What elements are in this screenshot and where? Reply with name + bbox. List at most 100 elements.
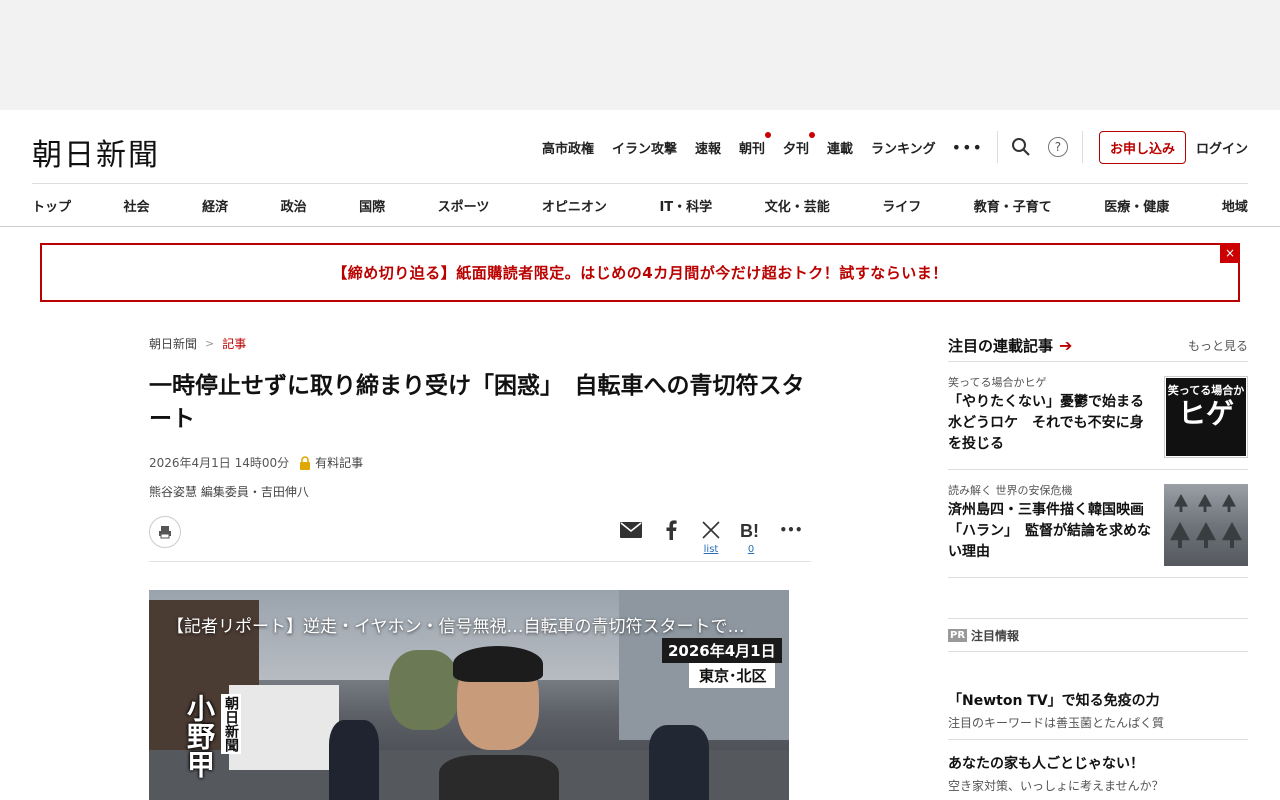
topnav-item-breaking[interactable]: 速報 bbox=[695, 138, 721, 157]
category-life[interactable]: ライフ bbox=[882, 196, 921, 215]
nav-divider bbox=[1081, 131, 1083, 163]
share-facebook[interactable] bbox=[651, 518, 691, 556]
video-frame-truck bbox=[229, 685, 339, 770]
category-it-science[interactable]: IT・科学 bbox=[659, 196, 712, 215]
category-international[interactable]: 国際 bbox=[359, 196, 385, 215]
pr-label: 注目情報 bbox=[971, 628, 1020, 643]
video-player[interactable]: 【記者リポート】逆走・イヤホン・信号無視…自転車の青切符スタートで… 2026年… bbox=[149, 590, 789, 800]
sidebar-headline[interactable]: 「やりたくない」憂鬱で始まる水どうロケ それでも不安に身を投じる bbox=[948, 392, 1156, 455]
share-x[interactable]: list bbox=[691, 518, 731, 556]
help-icon[interactable]: ? bbox=[1047, 137, 1068, 157]
hatena-count[interactable]: 0 bbox=[748, 544, 754, 556]
top-ad-area bbox=[0, 0, 1280, 110]
pr-headline[interactable]: あなたの家も人ごとじゃない！ bbox=[948, 753, 1248, 773]
series-label: 笑ってる場合かヒゲ bbox=[948, 376, 1047, 389]
video-frame-reporter bbox=[439, 646, 559, 800]
lock-icon bbox=[299, 455, 311, 470]
site-logo[interactable]: 朝日新聞 bbox=[32, 130, 160, 174]
pr-header: PR 注目情報 bbox=[948, 618, 1248, 652]
share-buttons: list B! 0 ••• bbox=[611, 518, 811, 556]
category-top[interactable]: トップ bbox=[32, 196, 71, 215]
thumbnail-text: 笑ってる場合か bbox=[1167, 384, 1245, 397]
hatena-bookmark-icon: B! bbox=[740, 518, 762, 542]
breadcrumb: 朝日新聞 > 記事 bbox=[149, 330, 811, 356]
article-title: 一時停止せずに取り締まり受け「困惑」 自転車への青切符スタート bbox=[149, 373, 805, 432]
category-education[interactable]: 教育・子育て bbox=[974, 196, 1052, 215]
topnav-item-morning[interactable]: 朝刊 bbox=[739, 131, 771, 157]
sidebar-article[interactable]: 読み解く 世界の安保危機 済州島四・三事件描く韓国映画「ハラン」 監督が結論を求… bbox=[948, 470, 1248, 578]
svg-text:B!: B! bbox=[740, 521, 759, 539]
subscribe-button[interactable]: お申し込み bbox=[1098, 130, 1186, 164]
thumbnail-text: ヒゲ bbox=[1177, 397, 1234, 430]
series-label: 読み解く 世界の安保危機 bbox=[948, 484, 1073, 497]
pr-headline[interactable]: 「Newton TV」で知る免疫の力 bbox=[948, 690, 1248, 710]
top-nav: 高市政権 イラン攻撃 速報 朝刊 夕刊 連載 ランキング ••• ? お申し込み… bbox=[524, 130, 1248, 164]
video-title: 【記者リポート】逆走・イヤホン・信号無視…自転車の青切符スタートで… bbox=[167, 617, 745, 637]
category-society[interactable]: 社会 bbox=[124, 196, 150, 215]
nav-divider bbox=[996, 131, 998, 163]
article-authors: 熊谷姿慧 編集委員・吉田伸八 bbox=[149, 485, 309, 499]
article-meta: 2026年4月1日 14時00分 有料記事 bbox=[149, 454, 811, 471]
promo-text[interactable]: 【締め切り迫る】紙面購読者限定。はじめの4カ月間が今だけ超おトク！試すならいま！ bbox=[332, 262, 947, 283]
category-politics[interactable]: 政治 bbox=[281, 196, 307, 215]
category-local[interactable]: 地域 bbox=[1222, 196, 1248, 215]
search-icon[interactable] bbox=[1010, 136, 1032, 158]
video-location-caption: 東京･北区 bbox=[689, 663, 775, 688]
promo-banner[interactable]: 【締め切り迫る】紙面購読者限定。はじめの4カ月間が今だけ超おトク！試すならいま！… bbox=[40, 243, 1240, 302]
featured-series-title[interactable]: 注目の連載記事 ➔ bbox=[948, 335, 1072, 356]
print-icon bbox=[159, 526, 171, 539]
paid-article-label: 有料記事 bbox=[315, 456, 364, 470]
pr-item[interactable]: 「Newton TV」で知る免疫の力 注目のキーワードは善玉菌とたんぱく質 bbox=[948, 690, 1248, 731]
sidebar: 注目の連載記事 ➔ もっと見る 笑ってる場合かヒゲ 「やりたくない」憂鬱で始まる… bbox=[948, 330, 1248, 578]
sidebar-headline[interactable]: 済州島四・三事件描く韓国映画「ハラン」 監督が結論を求めない理由 bbox=[948, 500, 1156, 563]
share-bar: list B! 0 ••• bbox=[149, 516, 811, 562]
more-menu-icon[interactable]: ••• bbox=[952, 138, 983, 157]
topnav-item-ranking[interactable]: ランキング bbox=[871, 138, 936, 157]
close-icon[interactable]: × bbox=[1220, 243, 1240, 263]
print-button[interactable] bbox=[149, 516, 181, 548]
x-icon bbox=[702, 518, 720, 542]
video-frame-officer bbox=[329, 720, 379, 800]
pr-subtext: 注目のキーワードは善玉菌とたんぱく質 bbox=[948, 716, 1165, 730]
share-hatena[interactable]: B! 0 bbox=[731, 518, 771, 556]
sidebar-thumbnail[interactable]: 笑ってる場合か ヒゲ bbox=[1164, 376, 1248, 458]
facebook-icon bbox=[664, 518, 678, 542]
pr-item[interactable]: あなたの家も人ごとじゃない！ 空き家対策、いっしょに考えませんか？ bbox=[948, 753, 1248, 794]
share-more[interactable]: ••• bbox=[771, 518, 811, 556]
topnav-item-takaichi[interactable]: 高市政権 bbox=[542, 138, 594, 157]
share-mail[interactable] bbox=[611, 518, 651, 556]
category-economy[interactable]: 経済 bbox=[202, 196, 228, 215]
sidebar-thumbnail[interactable] bbox=[1164, 484, 1248, 566]
login-link[interactable]: ログイン bbox=[1196, 138, 1248, 157]
video-date-caption: 2026年4月1日 bbox=[662, 638, 782, 663]
category-nav: トップ 社会 経済 政治 国際 スポーツ オピニオン IT・科学 文化・芸能 ラ… bbox=[32, 183, 1248, 227]
x-list-link[interactable]: list bbox=[704, 544, 719, 556]
video-logo-caption: 朝日新聞 bbox=[221, 694, 241, 754]
more-link[interactable]: もっと見る bbox=[1188, 337, 1248, 354]
new-dot bbox=[765, 131, 771, 138]
publish-datetime: 2026年4月1日 14時00分 bbox=[149, 456, 290, 470]
arrow-right-icon: ➔ bbox=[1059, 336, 1073, 355]
category-sports[interactable]: スポーツ bbox=[438, 196, 490, 215]
topnav-item-iran[interactable]: イラン攻撃 bbox=[612, 138, 677, 157]
featured-series-header: 注目の連載記事 ➔ もっと見る bbox=[948, 330, 1248, 362]
nav-bottom-divider bbox=[0, 226, 1280, 227]
video-frame-officer bbox=[649, 725, 709, 800]
sidebar-article[interactable]: 笑ってる場合かヒゲ 「やりたくない」憂鬱で始まる水どうロケ それでも不安に身を投… bbox=[948, 362, 1248, 470]
category-culture[interactable]: 文化・芸能 bbox=[765, 196, 830, 215]
category-opinion[interactable]: オピニオン bbox=[542, 196, 607, 215]
video-reporter-name: 小野甲 bbox=[183, 694, 216, 778]
article: 朝日新聞 > 記事 一時停止せずに取り締まり受け「困惑」 自転車への青切符スター… bbox=[149, 330, 811, 562]
topnav-item-series[interactable]: 連載 bbox=[827, 138, 853, 157]
breadcrumb-home[interactable]: 朝日新聞 bbox=[149, 335, 197, 352]
mail-icon bbox=[620, 518, 642, 542]
site-header: 朝日新聞 高市政権 イラン攻撃 速報 朝刊 夕刊 連載 ランキング ••• ? … bbox=[0, 110, 1280, 184]
topnav-item-evening[interactable]: 夕刊 bbox=[783, 131, 816, 157]
pr-badge: PR bbox=[948, 628, 968, 642]
breadcrumb-current[interactable]: 記事 bbox=[222, 335, 246, 352]
pr-subtext: 空き家対策、いっしょに考えませんか？ bbox=[948, 779, 1164, 793]
pr-divider bbox=[948, 739, 1248, 740]
new-dot bbox=[809, 131, 816, 138]
category-health[interactable]: 医療・健康 bbox=[1104, 196, 1169, 215]
more-icon: ••• bbox=[779, 523, 803, 537]
